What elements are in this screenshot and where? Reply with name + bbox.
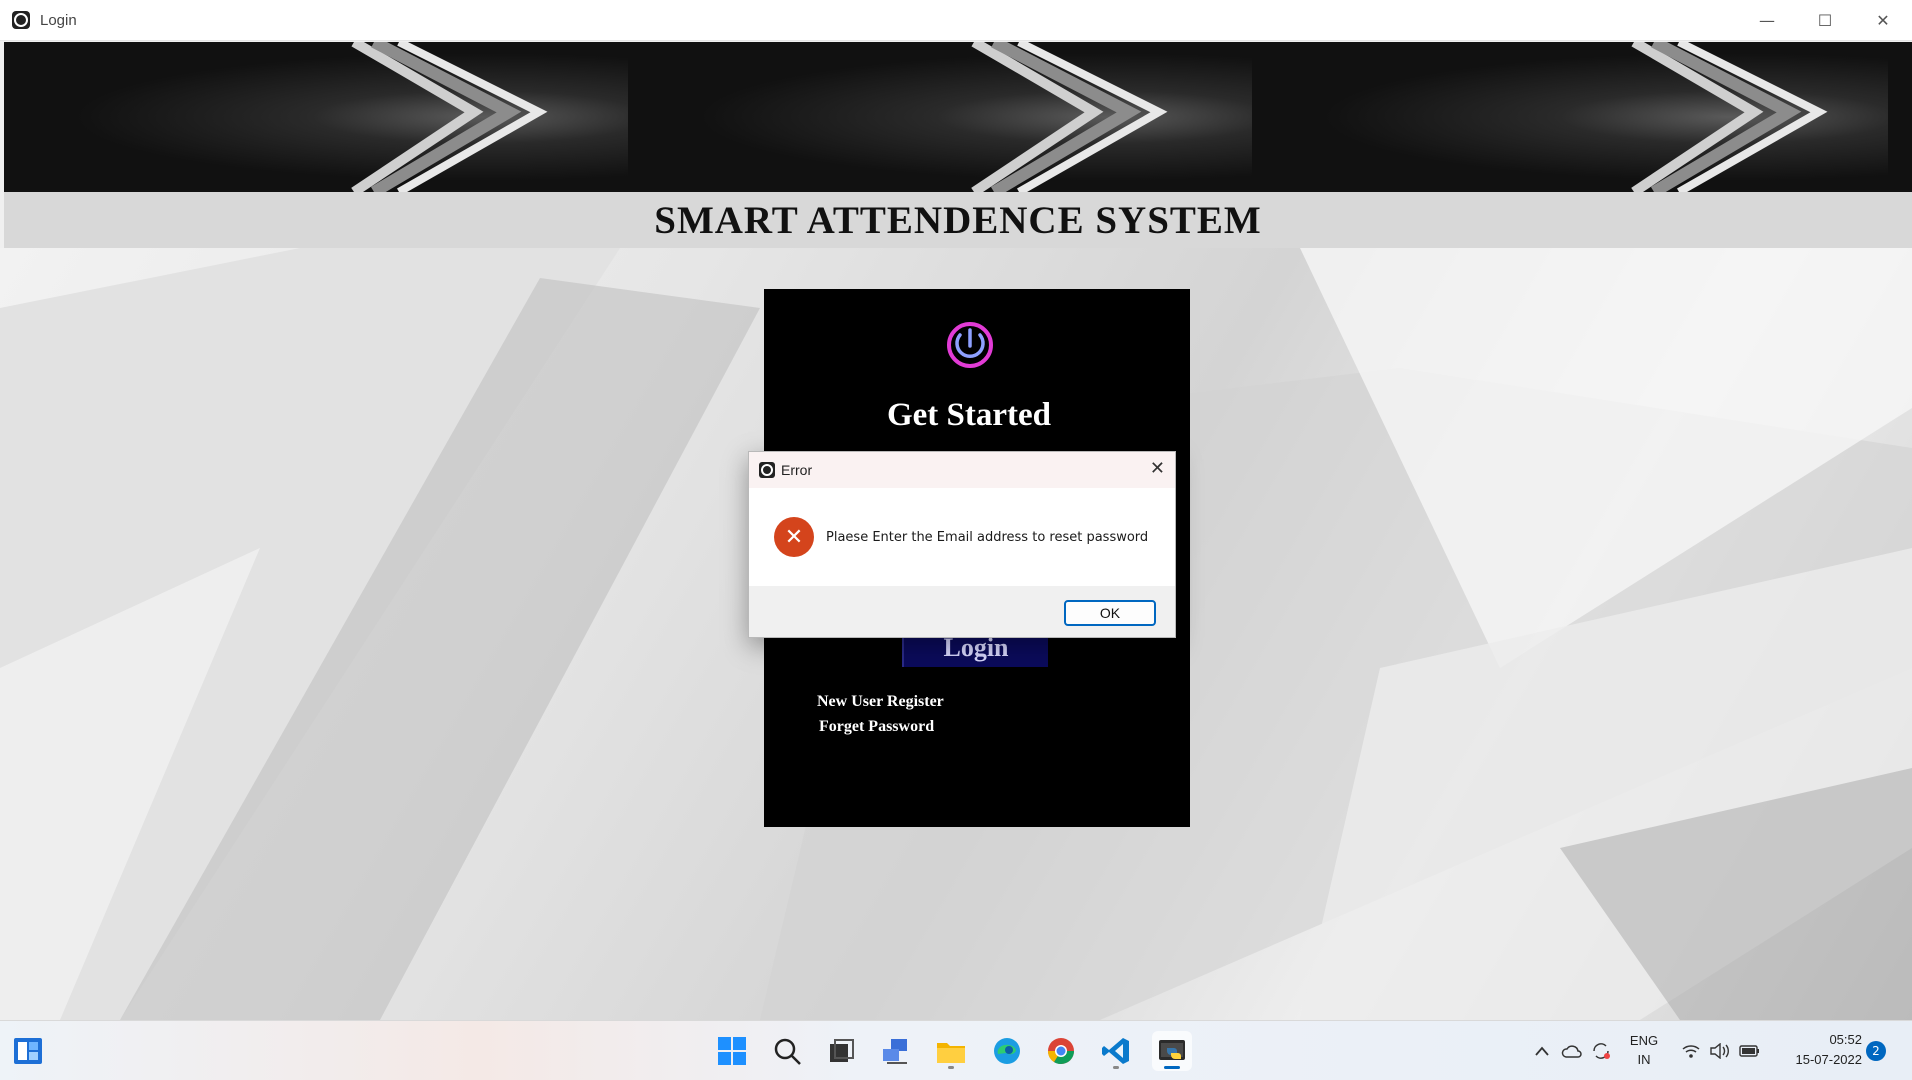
notification-badge[interactable]: 2 — [1866, 1041, 1886, 1061]
error-dialog: Error ✕ ✕ Plaese Enter the Email address… — [748, 451, 1176, 638]
edge-icon[interactable] — [987, 1031, 1027, 1071]
chevron-banner-graphic — [351, 42, 1828, 192]
start-icon[interactable] — [712, 1031, 752, 1071]
dialog-title: Error — [781, 462, 813, 478]
wifi-icon[interactable] — [1678, 1031, 1704, 1071]
chrome-icon[interactable] — [1041, 1031, 1081, 1071]
get-started-title: Get Started — [886, 397, 1052, 433]
ok-button[interactable]: OK — [1064, 600, 1156, 626]
heading-bar: SMART ATTENDENCE SYSTEM — [4, 192, 1912, 248]
app-icon — [12, 11, 30, 29]
clock-time[interactable]: 05:52 — [1770, 1032, 1862, 1047]
new-user-register-link[interactable]: New User Register — [817, 693, 944, 711]
python-icon[interactable] — [1152, 1031, 1192, 1071]
clock-date[interactable]: 15-07-2022 — [1770, 1052, 1863, 1067]
minimize-button[interactable]: — — [1738, 0, 1796, 41]
volume-icon[interactable] — [1707, 1031, 1733, 1071]
dialog-body: ✕ Plaese Enter the Email address to rese… — [749, 488, 1175, 586]
dialog-message: Plaese Enter the Email address to reset … — [826, 529, 1149, 545]
dialog-footer: OK — [749, 586, 1175, 637]
header-banner — [4, 42, 1912, 192]
battery-icon[interactable] — [1737, 1031, 1763, 1071]
window-title: Login — [40, 11, 77, 29]
close-window-button[interactable]: ✕ — [1854, 0, 1912, 41]
task-view-icon[interactable] — [821, 1031, 861, 1071]
taskbar: ENG IN 05:52 15-07-2022 2 — [0, 1020, 1912, 1080]
language-indicator-bottom[interactable]: IN — [1624, 1052, 1664, 1067]
file-explorer-running-indicator — [948, 1066, 954, 1069]
file-explorer-icon[interactable] — [931, 1031, 971, 1071]
language-indicator-top[interactable]: ENG — [1624, 1033, 1664, 1048]
sync-icon[interactable] — [1587, 1031, 1615, 1071]
power-icon — [947, 322, 993, 368]
onedrive-cloud-icon[interactable] — [1558, 1031, 1586, 1071]
dialog-app-icon — [759, 462, 775, 478]
window-titlebar: Login — ☐ ✕ — [0, 0, 1912, 41]
widgets-icon[interactable] — [8, 1031, 48, 1071]
window-controls: — ☐ ✕ — [1738, 0, 1912, 41]
forget-password-link[interactable]: Forget Password — [819, 718, 934, 736]
network-app-icon[interactable] — [876, 1031, 916, 1071]
maximize-button[interactable]: ☐ — [1796, 0, 1854, 41]
chevron-up-icon[interactable] — [1530, 1031, 1554, 1071]
dialog-close-button[interactable]: ✕ — [1150, 458, 1165, 479]
vscode-running-indicator — [1113, 1066, 1119, 1069]
python-active-indicator — [1164, 1066, 1180, 1069]
app-heading: SMART ATTENDENCE SYSTEM — [654, 198, 1262, 242]
search-icon[interactable] — [767, 1031, 807, 1071]
error-icon: ✕ — [774, 517, 814, 557]
vscode-icon[interactable] — [1096, 1031, 1136, 1071]
dialog-titlebar: Error ✕ — [749, 452, 1175, 488]
